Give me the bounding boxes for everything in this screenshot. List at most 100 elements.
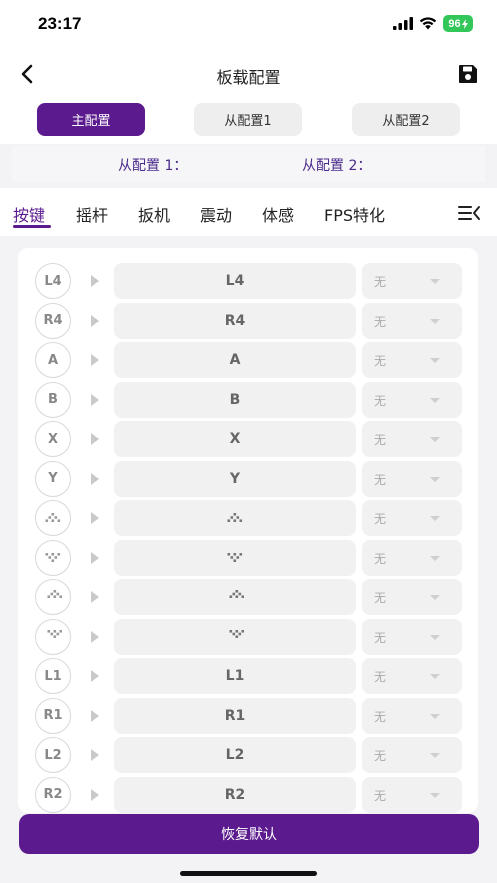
- macro-dropdown[interactable]: 无: [362, 776, 462, 813]
- source-key-button[interactable]: R4: [35, 302, 71, 339]
- play-arrow-icon: [91, 551, 99, 564]
- tab-trigger[interactable]: 扳机: [138, 202, 170, 226]
- dpad-down-icon: [227, 552, 243, 562]
- source-key-button[interactable]: R1: [35, 697, 71, 734]
- mapping-row: AA无: [18, 341, 478, 378]
- category-tabs: 按键 摇杆 扳机 震动 体感 FPS特化: [0, 188, 497, 236]
- mapped-key-label: Y: [229, 470, 241, 487]
- macro-dropdown[interactable]: 无: [362, 697, 462, 734]
- chevron-down-icon: [430, 792, 440, 798]
- mapped-key-button[interactable]: X: [114, 421, 356, 457]
- mapped-key-button[interactable]: L1: [114, 658, 356, 694]
- save-button[interactable]: [457, 63, 479, 85]
- macro-dropdown[interactable]: 无: [362, 421, 462, 457]
- mapped-key-button[interactable]: R1: [114, 697, 356, 734]
- dpad-right-icon: [47, 629, 62, 638]
- source-key-button[interactable]: [35, 500, 71, 536]
- play-arrow-icon: [91, 354, 99, 366]
- dropdown-value: 无: [374, 709, 387, 724]
- source-key-button[interactable]: R2: [35, 776, 71, 813]
- mapped-key-label: R2: [224, 786, 246, 803]
- macro-dropdown[interactable]: 无: [362, 539, 462, 576]
- dropdown-value: 无: [374, 512, 387, 526]
- source-key-button[interactable]: [35, 618, 71, 655]
- source-key-button[interactable]: Y: [35, 460, 71, 497]
- dropdown-value: 无: [374, 314, 387, 329]
- macro-dropdown[interactable]: 无: [362, 618, 462, 655]
- source-key-button[interactable]: [35, 539, 71, 576]
- chevron-down-icon: [430, 516, 440, 521]
- mapping-row: 无: [18, 618, 478, 655]
- macro-dropdown[interactable]: 无: [362, 302, 462, 339]
- active-tab-indicator: [13, 225, 51, 228]
- source-key-label: L2: [44, 747, 62, 763]
- source-key-label: X: [47, 431, 59, 447]
- macro-dropdown[interactable]: 无: [362, 342, 462, 378]
- play-arrow-icon: [91, 630, 99, 643]
- mapping-row: 无: [18, 499, 478, 536]
- play-arrow-icon: [91, 472, 99, 485]
- button-mapping-list: L4 L4 无 R4 R4 无 A A 无 B B 无 X X 无 Y Y 无无无无无 L1 L1 无 R1 R1 无 L2 L2…: [18, 248, 478, 813]
- source-key-button[interactable]: L4: [35, 263, 71, 299]
- mapping-row: YY无: [18, 460, 478, 497]
- chevron-down-icon: [430, 397, 440, 403]
- macro-dropdown[interactable]: 无: [362, 658, 462, 694]
- reset-default-button[interactable]: 恢复默认: [19, 814, 479, 854]
- dpad-right-icon: [229, 629, 244, 638]
- mapping-row: L4 L4 无: [18, 262, 478, 299]
- mapped-key-label: X: [229, 431, 241, 447]
- sub-config-info: 从配置 1： 从配置 2：: [12, 146, 485, 182]
- macro-dropdown[interactable]: 无: [362, 500, 462, 536]
- play-arrow-icon: [91, 314, 99, 327]
- play-arrow-icon: [91, 433, 99, 445]
- source-key-button[interactable]: [35, 579, 71, 615]
- status-bar: 23:17 96: [0, 0, 497, 48]
- mapped-key-button[interactable]: B: [114, 381, 356, 418]
- header: 板载配置: [0, 48, 497, 100]
- mapped-key-button[interactable]: [114, 500, 356, 536]
- tab-vibration[interactable]: 震动: [200, 202, 232, 226]
- mapped-key-button[interactable]: [114, 579, 356, 615]
- source-key-button[interactable]: X: [35, 421, 71, 457]
- source-key-label: R4: [43, 313, 63, 328]
- macro-dropdown[interactable]: 无: [362, 381, 462, 418]
- macro-dropdown[interactable]: 无: [362, 737, 462, 773]
- mapped-key-button[interactable]: Y: [114, 460, 356, 497]
- chevron-down-icon: [430, 358, 440, 363]
- source-key-button[interactable]: B: [35, 381, 71, 418]
- macro-dropdown[interactable]: 无: [362, 460, 462, 497]
- source-key-button[interactable]: A: [35, 342, 71, 378]
- mapped-key-button[interactable]: R2: [114, 776, 356, 813]
- menu-button[interactable]: [457, 203, 481, 223]
- play-arrow-icon: [91, 275, 99, 287]
- dropdown-value: 无: [374, 749, 387, 763]
- dropdown-value: 无: [374, 551, 387, 566]
- chevron-down-icon: [430, 753, 440, 758]
- sub-config-2-button[interactable]: 从配置2: [352, 103, 460, 136]
- sub-config-1-button[interactable]: 从配置1: [194, 103, 302, 136]
- main-config-button[interactable]: 主配置: [37, 103, 145, 136]
- dropdown-value: 无: [374, 472, 387, 487]
- macro-dropdown[interactable]: 无: [362, 263, 462, 299]
- tab-buttons[interactable]: 按键: [13, 202, 45, 226]
- source-key-button[interactable]: L2: [35, 737, 71, 773]
- dropdown-value: 无: [374, 788, 387, 803]
- tab-joystick[interactable]: 摇杆: [76, 202, 108, 226]
- mapping-row: R1 R1 无: [18, 697, 478, 734]
- dpad-left-icon: [229, 590, 244, 598]
- macro-dropdown[interactable]: 无: [362, 579, 462, 615]
- mapped-key-button[interactable]: [114, 618, 356, 655]
- mapped-key-button[interactable]: L4: [114, 263, 356, 299]
- dpad-down-icon: [45, 552, 61, 562]
- battery-indicator: 96: [443, 15, 473, 32]
- tab-motion[interactable]: 体感: [262, 202, 294, 226]
- chevron-down-icon: [430, 437, 440, 442]
- play-arrow-icon: [91, 591, 99, 603]
- mapped-key-button[interactable]: A: [114, 342, 356, 378]
- tab-fps[interactable]: FPS特化: [324, 202, 385, 226]
- mapped-key-button[interactable]: [114, 539, 356, 576]
- mapped-key-button[interactable]: L2: [114, 737, 356, 773]
- source-key-button[interactable]: L1: [35, 658, 71, 694]
- mapped-key-button[interactable]: R4: [114, 302, 356, 339]
- chevron-down-icon: [430, 634, 440, 640]
